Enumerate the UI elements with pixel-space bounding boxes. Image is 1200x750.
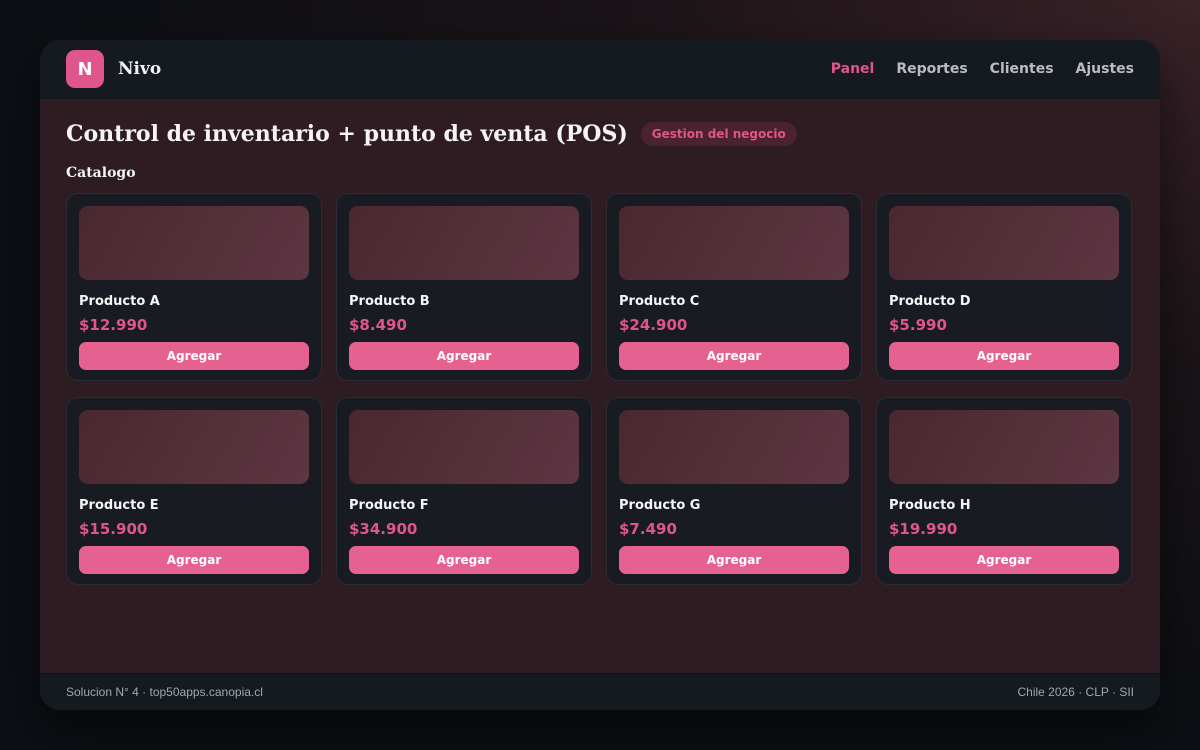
page-title: Control de inventario + punto de venta (… — [66, 121, 628, 147]
add-button[interactable]: Agregar — [619, 546, 849, 574]
add-button[interactable]: Agregar — [889, 546, 1119, 574]
logo-icon[interactable]: N — [66, 50, 104, 88]
product-image — [79, 206, 309, 280]
product-price: $7.490 — [619, 520, 677, 538]
nav-panel[interactable]: Panel — [831, 61, 875, 77]
product-price: $15.900 — [79, 520, 148, 538]
top-bar: N Nivo Panel Reportes Clientes Ajustes — [40, 40, 1160, 99]
product-price: $12.990 — [79, 316, 148, 334]
product-card: Producto B $8.490 Agregar — [336, 193, 592, 381]
product-price: $19.990 — [889, 520, 958, 538]
product-image — [619, 206, 849, 280]
add-button[interactable]: Agregar — [79, 546, 309, 574]
main-nav: Panel Reportes Clientes Ajustes — [831, 61, 1134, 77]
nav-clientes[interactable]: Clientes — [990, 61, 1054, 77]
brand-name: Nivo — [118, 59, 162, 79]
product-price: $5.990 — [889, 316, 947, 334]
product-card: Producto H $19.990 Agregar — [876, 397, 1132, 585]
nav-reportes[interactable]: Reportes — [896, 61, 967, 77]
product-price: $24.900 — [619, 316, 688, 334]
product-image — [889, 206, 1119, 280]
nav-ajustes[interactable]: Ajustes — [1076, 61, 1134, 77]
section-title: Catalogo — [66, 165, 136, 181]
product-grid: Producto A $12.990 Agregar Producto B $8… — [66, 193, 1134, 585]
product-card: Producto E $15.900 Agregar — [66, 397, 322, 585]
add-button[interactable]: Agregar — [349, 342, 579, 370]
product-image — [79, 410, 309, 484]
footer: Solucion N° 4 · top50apps.canopia.cl Chi… — [40, 673, 1160, 710]
product-name: Producto C — [619, 294, 700, 309]
title-row: Control de inventario + punto de venta (… — [66, 121, 1134, 147]
product-name: Producto F — [349, 498, 429, 513]
add-button[interactable]: Agregar — [619, 342, 849, 370]
product-name: Producto E — [79, 498, 159, 513]
product-name: Producto G — [619, 498, 701, 513]
product-name: Producto B — [349, 294, 430, 309]
product-card: Producto D $5.990 Agregar — [876, 193, 1132, 381]
product-image — [889, 410, 1119, 484]
product-card: Producto F $34.900 Agregar — [336, 397, 592, 585]
product-card: Producto G $7.490 Agregar — [606, 397, 862, 585]
app-window: N Nivo Panel Reportes Clientes Ajustes C… — [40, 40, 1160, 710]
category-badge: Gestion del negocio — [640, 122, 797, 146]
footer-right-text: Chile 2026 · CLP · SII — [1017, 685, 1134, 699]
product-name: Producto A — [79, 294, 160, 309]
product-image — [619, 410, 849, 484]
footer-left-text: Solucion N° 4 · top50apps.canopia.cl — [66, 685, 263, 699]
add-button[interactable]: Agregar — [889, 342, 1119, 370]
add-button[interactable]: Agregar — [79, 342, 309, 370]
product-card: Producto C $24.900 Agregar — [606, 193, 862, 381]
add-button[interactable]: Agregar — [349, 546, 579, 574]
main-content: Control de inventario + punto de venta (… — [40, 99, 1160, 585]
product-price: $8.490 — [349, 316, 407, 334]
product-price: $34.900 — [349, 520, 418, 538]
product-image — [349, 410, 579, 484]
product-name: Producto H — [889, 498, 971, 513]
product-image — [349, 206, 579, 280]
product-card: Producto A $12.990 Agregar — [66, 193, 322, 381]
product-name: Producto D — [889, 294, 971, 309]
